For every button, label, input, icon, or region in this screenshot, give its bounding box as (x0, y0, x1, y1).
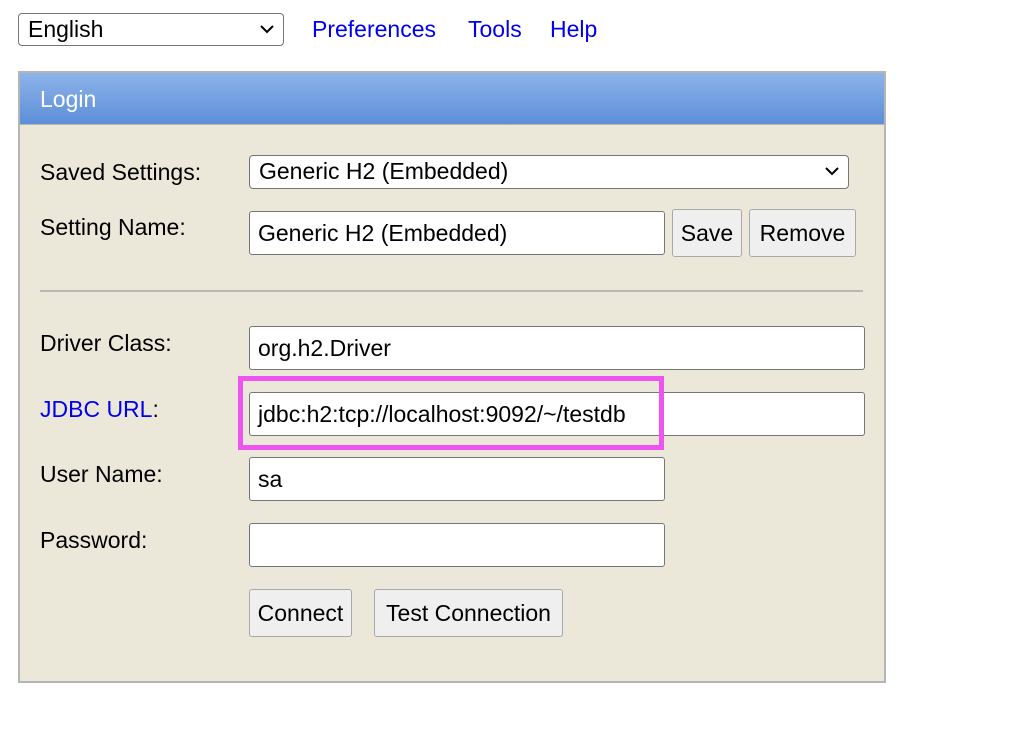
help-link[interactable]: Help (550, 16, 597, 43)
driver-class-label: Driver Class: (40, 330, 172, 356)
jdbc-url-label-suffix: : (152, 396, 159, 422)
saved-settings-label: Saved Settings: (40, 159, 202, 185)
test-connection-button[interactable]: Test Connection (374, 589, 563, 637)
login-panel: Login Saved Settings: Generic H2 (Embedd… (18, 71, 886, 683)
user-name-input[interactable]: sa (249, 457, 665, 501)
jdbc-url-help-link[interactable]: JDBC URL (40, 396, 152, 422)
user-name-label: User Name: (40, 461, 163, 487)
jdbc-url-input[interactable]: jdbc:h2:tcp://localhost:9092/~/testdb (249, 392, 865, 436)
setting-name-input[interactable]: Generic H2 (Embedded) (249, 211, 665, 255)
tools-link[interactable]: Tools (468, 16, 522, 43)
language-select-value: English (28, 16, 104, 42)
language-select[interactable]: English (18, 13, 284, 46)
password-label: Password: (40, 527, 148, 553)
panel-title: Login (40, 86, 97, 112)
connect-button[interactable]: Connect (249, 589, 352, 637)
saved-settings-value: Generic H2 (Embedded) (259, 158, 509, 184)
chevron-down-icon (825, 167, 839, 176)
chevron-down-icon (260, 25, 274, 34)
save-button[interactable]: Save (672, 209, 742, 257)
password-input[interactable] (249, 523, 665, 567)
login-panel-header: Login (20, 73, 884, 125)
preferences-link[interactable]: Preferences (312, 16, 436, 43)
saved-settings-select[interactable]: Generic H2 (Embedded) (249, 155, 849, 189)
remove-button[interactable]: Remove (749, 209, 856, 257)
jdbc-url-label: JDBC URL: (40, 396, 159, 423)
setting-name-label: Setting Name: (40, 214, 186, 240)
divider (40, 290, 863, 292)
driver-class-input[interactable]: org.h2.Driver (249, 326, 865, 370)
